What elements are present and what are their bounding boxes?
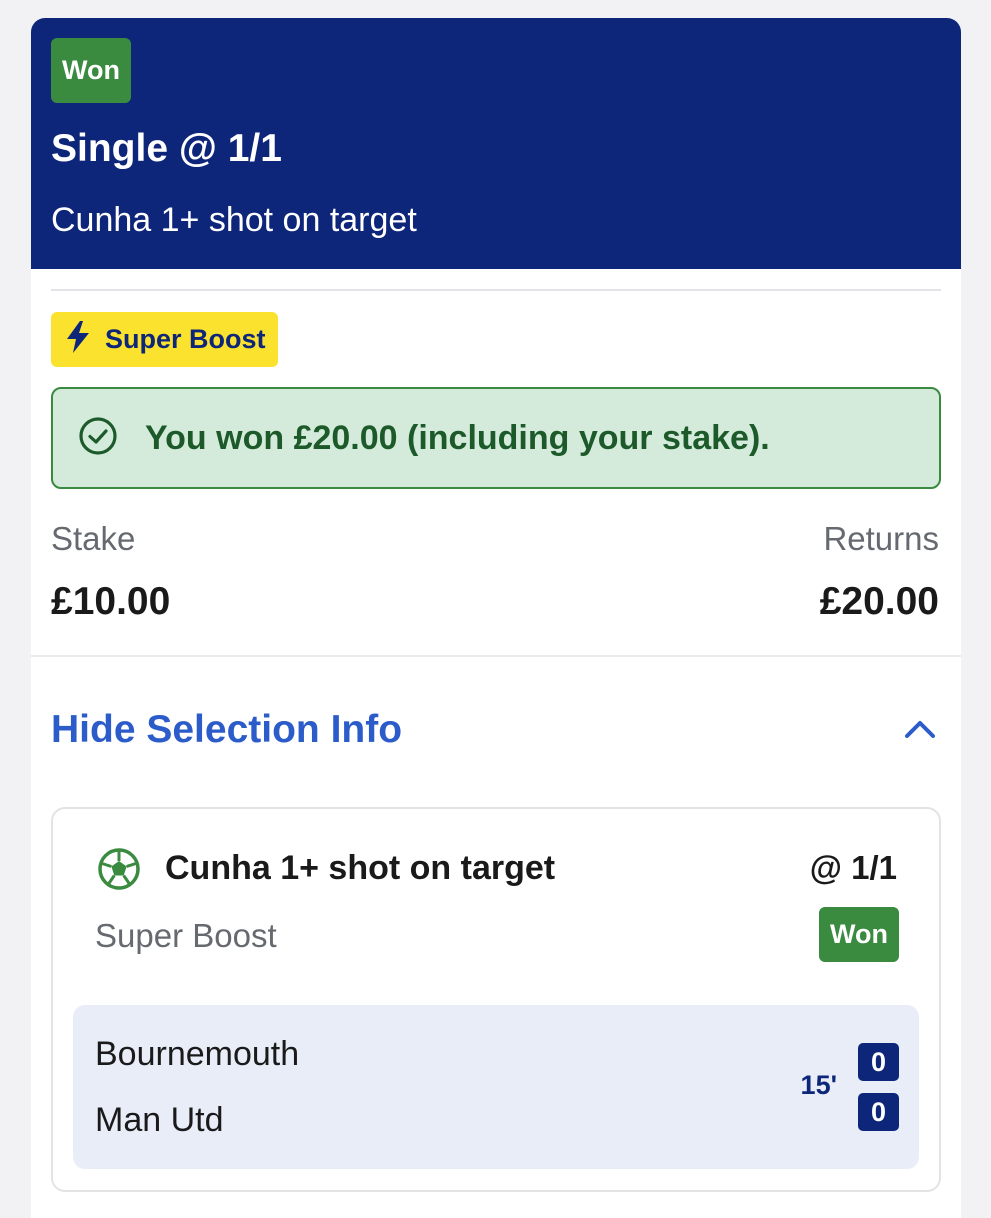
selection-type: Super Boost — [95, 917, 277, 954]
chevron-up-icon[interactable] — [903, 718, 937, 745]
status-badge: Won — [51, 38, 131, 103]
hide-selection-info-link[interactable]: Hide Selection Info — [51, 708, 402, 752]
returns-label: Returns — [823, 520, 939, 557]
lightning-icon — [65, 320, 91, 359]
stake-label: Stake — [51, 520, 136, 557]
match-scoreboard: Bournemouth Man Utd 15' 0 0 — [73, 1005, 919, 1169]
bet-subtitle: Cunha 1+ shot on target — [51, 201, 417, 239]
selection-status-badge: Won — [819, 907, 899, 962]
football-icon — [97, 847, 141, 896]
away-team: Man Utd — [95, 1101, 224, 1139]
divider — [31, 655, 961, 657]
bet-card: Won Single @ 1/1 Cunha 1+ shot on target… — [31, 18, 961, 1218]
stake-value: £10.00 — [51, 580, 171, 623]
bet-header: Won Single @ 1/1 Cunha 1+ shot on target — [31, 18, 961, 269]
selection-name: Cunha 1+ shot on target — [165, 849, 556, 887]
selection-odds: @ 1/1 — [809, 849, 897, 886]
bet-title: Single @ 1/1 — [51, 127, 282, 170]
away-score: 0 — [858, 1093, 899, 1131]
selection-card: Cunha 1+ shot on target @ 1/1 Super Boos… — [51, 807, 941, 1192]
match-minute: 15' — [800, 1070, 837, 1100]
home-score: 0 — [858, 1043, 899, 1081]
home-team: Bournemouth — [95, 1035, 300, 1073]
super-boost-label: Super Boost — [105, 324, 266, 354]
check-circle-icon — [77, 415, 119, 462]
win-message: You won £20.00 (including your stake). — [51, 387, 941, 489]
returns-value: £20.00 — [819, 580, 939, 623]
divider — [51, 289, 941, 291]
super-boost-badge: Super Boost — [51, 312, 278, 367]
win-message-text: You won £20.00 (including your stake). — [145, 418, 770, 457]
